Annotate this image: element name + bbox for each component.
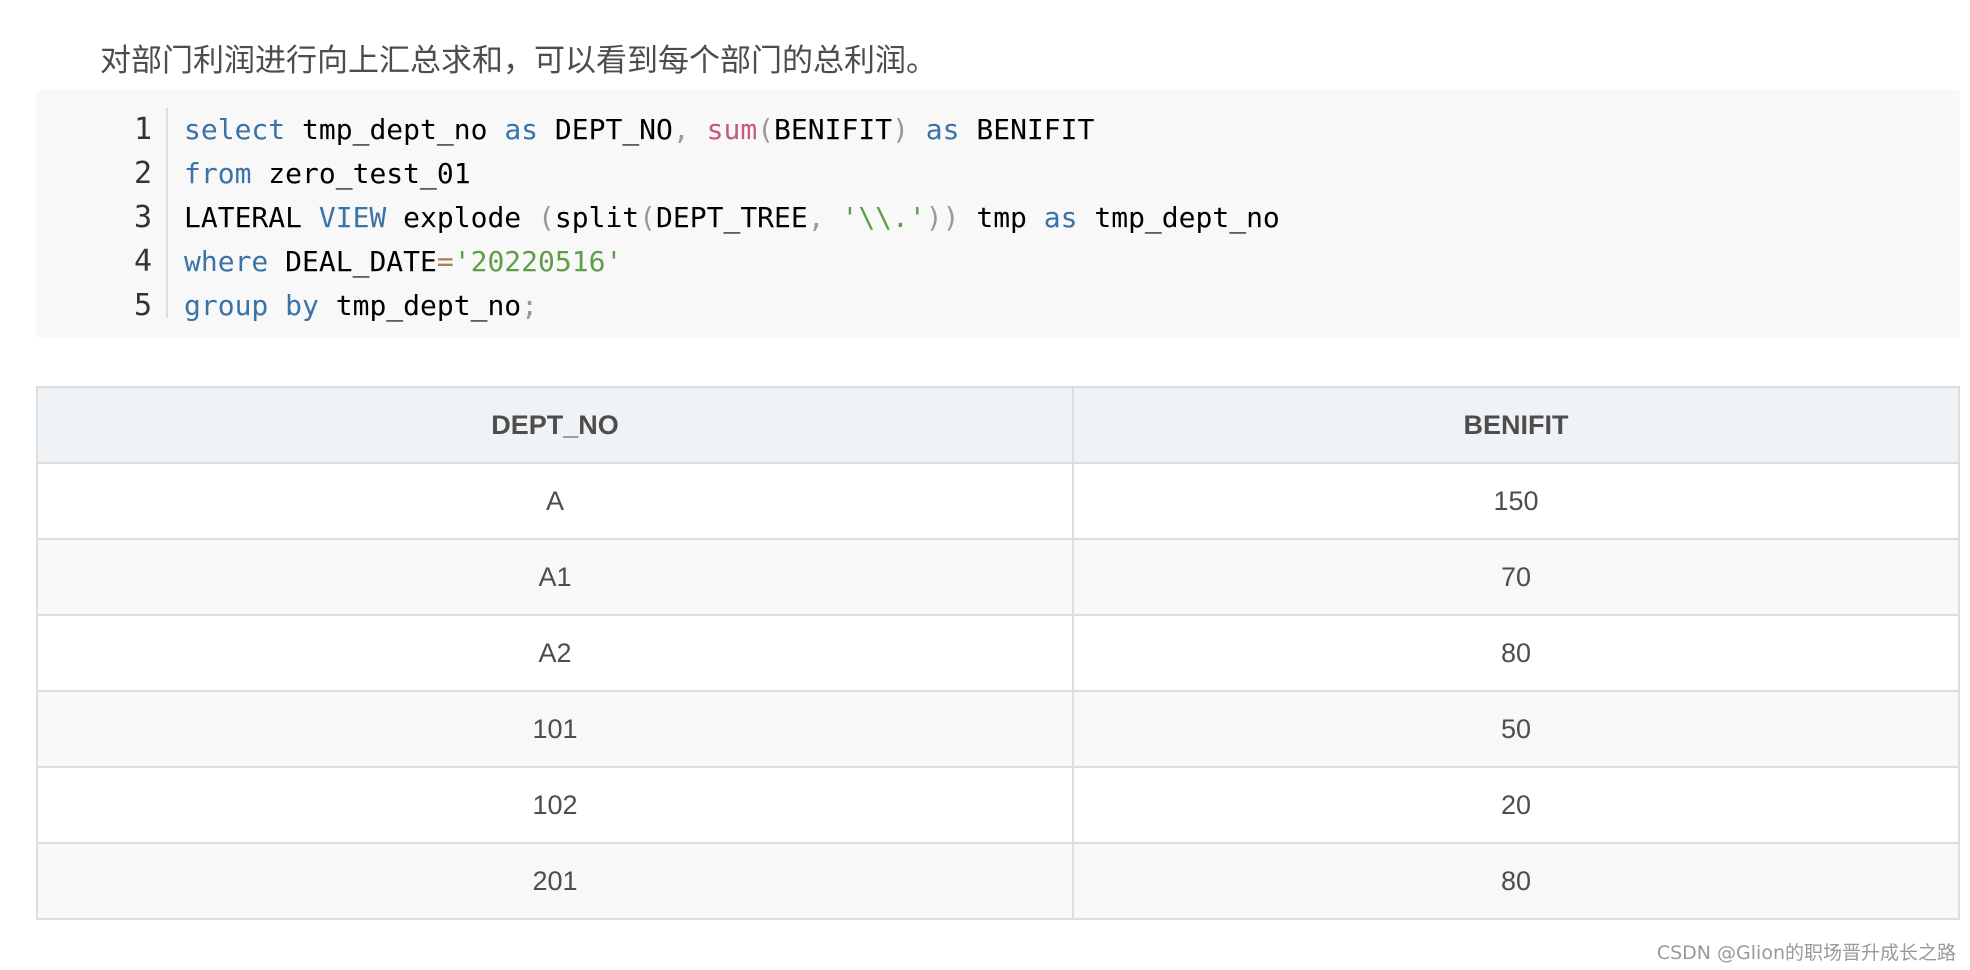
code-token: by [285,289,319,322]
code-line: where DEAL_DATE='20220516' [184,240,1280,284]
code-token: sum [706,113,758,146]
cell-dept-no: A2 [36,614,1074,692]
code-token: = [436,245,454,278]
line-number: 2 [133,156,152,191]
code-block: 1 2 3 4 5 select tmp_dept_no as DEPT_NO,… [36,90,1960,338]
line-number: 4 [133,244,152,279]
column-header-dept-no: DEPT_NO [36,386,1074,464]
line-number: 1 [133,112,152,147]
watermark-text: CSDN @Glion的职场晋升成长之路 [1656,942,1956,964]
code-lines: select tmp_dept_no as DEPT_NO, sum(BENIF… [184,108,1280,328]
code-token: explode [386,201,539,234]
cell-benifit: 20 [1072,766,1960,844]
code-token: ( [757,113,775,146]
code-line: LATERAL VIEW explode (split(DEPT_TREE, '… [184,196,1280,240]
code-token: ) [892,113,909,146]
table-row: 102 20 [36,766,1960,844]
article-content: 对部门利润进行向上汇总求和，可以看到每个部门的总利润。 1 2 3 4 5 se… [0,0,1970,970]
table-row: 201 80 [36,842,1960,920]
code-token: , [672,113,690,146]
code-token: tmp_dept_no [318,289,522,322]
table-row: A 150 [36,462,1960,540]
column-header-benifit: BENIFIT [1072,386,1960,464]
code-token: tmp [959,201,1044,234]
code-token: '20220516' [453,245,623,278]
cell-dept-no: A1 [36,538,1074,616]
line-number-gutter: 1 2 3 4 5 [36,108,168,323]
line-number: 3 [133,200,152,235]
table-row: 101 50 [36,690,1960,768]
code-token: as [504,113,539,146]
code-token: BENIFIT [774,113,893,146]
code-token: DEPT_TREE [656,201,808,234]
code-token: BENIFIT [959,113,1095,146]
code-line: select tmp_dept_no as DEPT_NO, sum(BENIF… [184,108,1280,152]
code-token: , [807,201,825,234]
cell-benifit: 80 [1072,842,1960,920]
cell-benifit: 80 [1072,614,1960,692]
code-token: tmp_dept_no [285,113,505,146]
code-token: from [184,157,252,190]
code-token: VIEW [318,201,387,234]
code-token: LATERAL [184,201,319,234]
table-row: A1 70 [36,538,1960,616]
cell-dept-no: A [36,462,1074,540]
code-token: ( [538,201,555,234]
code-token: '\\.' [841,201,926,234]
code-token: DEAL_DATE [268,245,437,278]
code-token: tmp_dept_no [1077,201,1280,234]
cell-dept-no: 102 [36,766,1074,844]
code-token: zero_test_01 [251,157,471,190]
result-table: DEPT_NO BENIFIT A 150 A1 70 A2 80 101 50 [36,386,1960,920]
line-number: 5 [133,288,152,323]
code-token: group [184,289,269,322]
code-token: DEPT_NO [538,113,673,146]
cell-benifit: 70 [1072,538,1960,616]
code-line: group by tmp_dept_no; [184,284,1280,328]
cell-dept-no: 201 [36,842,1074,920]
code-token: as [1043,201,1078,234]
code-token: select [184,113,286,146]
table-row: A2 80 [36,614,1960,692]
table-header-row: DEPT_NO BENIFIT [36,386,1960,464]
cell-dept-no: 101 [36,690,1074,768]
code-token: split [554,201,640,234]
code-line: from zero_test_01 [184,152,1280,196]
intro-paragraph: 对部门利润进行向上汇总求和，可以看到每个部门的总利润。 [100,43,937,79]
code-token: as [925,113,960,146]
code-token: where [184,245,269,278]
code-token: ( [639,201,657,234]
cell-benifit: 150 [1072,462,1960,540]
code-token: )) [925,201,960,234]
cell-benifit: 50 [1072,690,1960,768]
code-token: ; [521,289,539,322]
